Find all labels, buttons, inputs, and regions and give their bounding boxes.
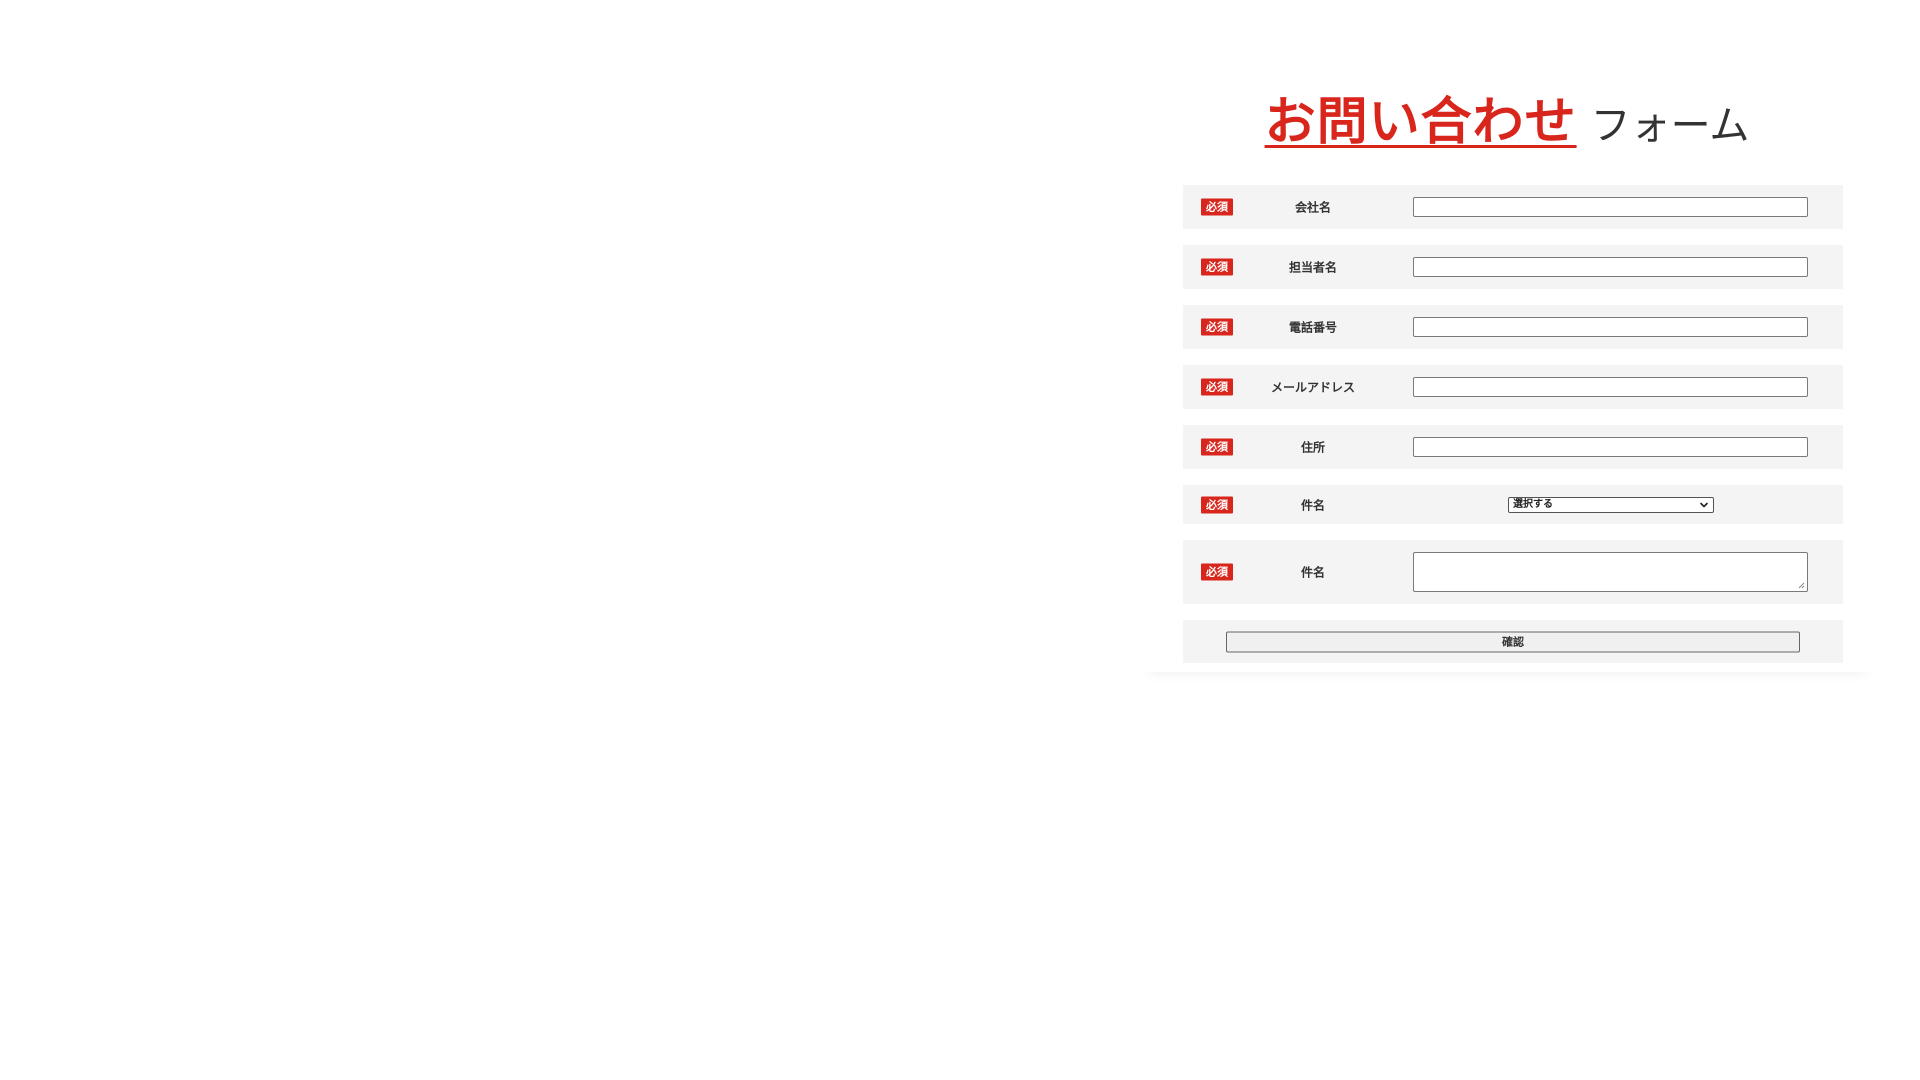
form-row-email: 必須 メールアドレス xyxy=(1183,365,1843,409)
required-badge: 必須 xyxy=(1201,563,1233,581)
field-label-contact-person: 担当者名 xyxy=(1288,260,1337,275)
form-row-address: 必須 住所 xyxy=(1183,425,1843,469)
required-badge: 必須 xyxy=(1201,318,1233,336)
resize-grip-icon[interactable] xyxy=(1797,581,1805,589)
field-label-email: メールアドレス xyxy=(1270,380,1355,395)
field-label-subject-detail: 件名 xyxy=(1300,565,1325,580)
required-badge: 必須 xyxy=(1201,496,1233,513)
contact-form: お問い合わせ フォーム 必須 会社名 必須 担当者名 必須 電話番号 必須 メール… xyxy=(1137,60,1877,672)
chevron-down-icon xyxy=(1700,502,1708,507)
form-title-accent: お問い合わせ xyxy=(1264,93,1577,152)
form-row-submit: 確認 xyxy=(1183,620,1843,663)
field-label-address: 住所 xyxy=(1300,440,1325,455)
required-badge: 必須 xyxy=(1201,198,1233,216)
form-row-phone: 必須 電話番号 xyxy=(1183,305,1843,349)
confirm-button[interactable]: 確認 xyxy=(1226,631,1800,652)
form-title: お問い合わせ フォーム xyxy=(1137,80,1877,154)
page: お問い合わせ フォーム 必須 会社名 必須 担当者名 必須 電話番号 必須 メール… xyxy=(0,0,1920,1080)
field-label-phone: 電話番号 xyxy=(1288,320,1337,335)
form-row-subject-textarea: 必須 件名 xyxy=(1183,540,1843,604)
form-title-rest: フォーム xyxy=(1590,103,1750,149)
required-badge: 必須 xyxy=(1201,378,1233,396)
form-row-contact-person: 必須 担当者名 xyxy=(1183,245,1843,289)
company-name-input[interactable] xyxy=(1413,197,1808,217)
form-row-company: 必須 会社名 xyxy=(1183,185,1843,229)
required-badge: 必須 xyxy=(1201,438,1233,456)
required-badge: 必須 xyxy=(1201,258,1233,276)
subject-select[interactable]: 選択する xyxy=(1508,496,1714,513)
field-label-company: 会社名 xyxy=(1294,200,1331,215)
email-input[interactable] xyxy=(1413,377,1808,397)
field-label-subject: 件名 xyxy=(1300,498,1325,512)
subject-textarea[interactable] xyxy=(1413,552,1808,592)
form-rows: 必須 会社名 必須 担当者名 必須 電話番号 必須 メールアドレス 必須 住所 … xyxy=(1183,185,1843,663)
phone-number-input[interactable] xyxy=(1413,317,1808,337)
form-row-subject-select: 必須 件名 選択する xyxy=(1183,485,1843,524)
address-input[interactable] xyxy=(1413,437,1808,457)
contact-person-input[interactable] xyxy=(1413,257,1808,277)
subject-select-value: 選択する xyxy=(1513,498,1553,510)
